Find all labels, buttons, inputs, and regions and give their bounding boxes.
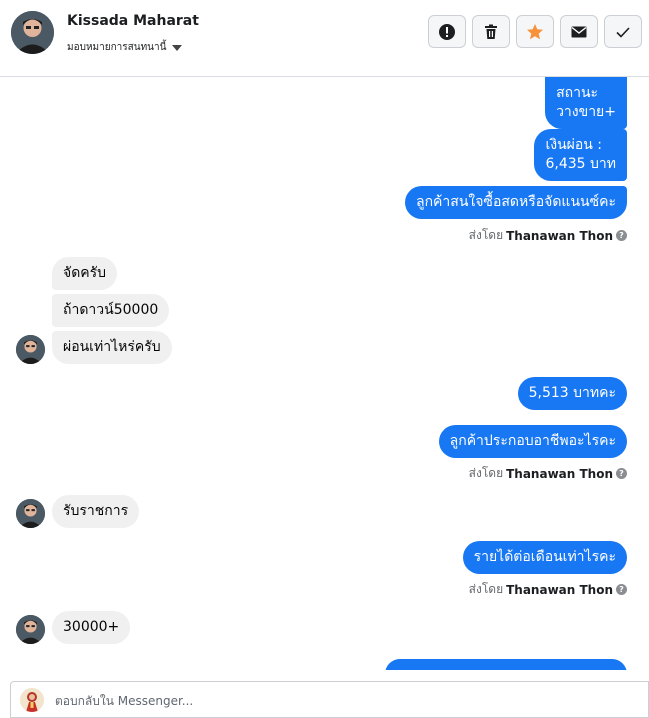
outgoing-message: เงินผ่อน : 6,435 บาท: [534, 129, 627, 181]
star-icon: [527, 23, 543, 39]
conversation-toolbar: [428, 15, 642, 48]
outgoing-message: รายได้ต่อเดือนเท่าไรคะ: [462, 541, 627, 574]
delete-button[interactable]: [472, 15, 510, 48]
follow-up-button[interactable]: [516, 15, 554, 48]
envelope-icon: [571, 26, 587, 37]
sent-by-prefix: ส่งโดย: [468, 228, 504, 242]
incoming-message: ถ้าดาวน์50000: [52, 294, 170, 327]
outgoing-message: 5,513 บาทคะ: [517, 377, 627, 410]
contact-name[interactable]: Kissada Maharat: [67, 13, 199, 29]
trash-icon: [485, 24, 497, 39]
outgoing-message-partial: [385, 659, 627, 670]
incoming-message: รับราชการ: [52, 495, 140, 528]
assign-label: มอบหมายการสนทนานี้: [67, 42, 167, 53]
help-icon[interactable]: ?: [616, 468, 627, 479]
sent-by-name: Thanawan Thon: [506, 466, 613, 481]
outgoing-message: ลูกค้าประกอบอาชีพอะไรคะ: [438, 425, 627, 458]
contact-avatar-small[interactable]: [16, 615, 45, 644]
incoming-message: 30000+: [52, 611, 131, 644]
contact-avatar-small[interactable]: [16, 335, 45, 364]
chevron-down-icon: [172, 44, 183, 51]
sent-by-name: Thanawan Thon: [506, 582, 613, 597]
reply-input[interactable]: [55, 691, 615, 711]
message-thread[interactable]: สถานะ วางขาย+ เงินผ่อน : 6,435 บาท ลูกค้…: [0, 77, 649, 670]
incoming-message: จัดครับ: [52, 257, 118, 290]
done-button[interactable]: [604, 15, 642, 48]
contact-avatar[interactable]: [11, 11, 54, 54]
conversation-header: Kissada Maharat มอบหมายการสนทนานี้: [0, 0, 649, 77]
contact-avatar-small[interactable]: [16, 499, 45, 528]
help-icon[interactable]: ?: [616, 584, 627, 595]
sent-by-name: Thanawan Thon: [506, 228, 613, 243]
alert-icon: [439, 23, 455, 40]
page-avatar: [20, 688, 44, 712]
spam-button[interactable]: [428, 15, 466, 48]
help-icon[interactable]: ?: [616, 230, 627, 241]
sent-by-prefix: ส่งโดย: [468, 582, 504, 596]
assign-conversation-dropdown[interactable]: มอบหมายการสนทนานี้: [67, 40, 183, 55]
check-icon: [616, 26, 630, 38]
reply-composer: [10, 681, 649, 718]
outgoing-message: สถานะ วางขาย+: [545, 77, 627, 129]
sent-by-label: ส่งโดย Thanawan Thon ?: [469, 226, 627, 245]
mark-unread-button[interactable]: [560, 15, 598, 48]
incoming-message: ผ่อนเท่าไหร่ครับ: [52, 331, 172, 364]
sent-by-label: ส่งโดย Thanawan Thon ?: [469, 580, 627, 599]
outgoing-message: ลูกค้าสนใจซื้อสดหรือจัดแนนซ์คะ: [405, 186, 627, 219]
sent-by-prefix: ส่งโดย: [468, 466, 504, 480]
sent-by-label: ส่งโดย Thanawan Thon ?: [469, 464, 627, 483]
